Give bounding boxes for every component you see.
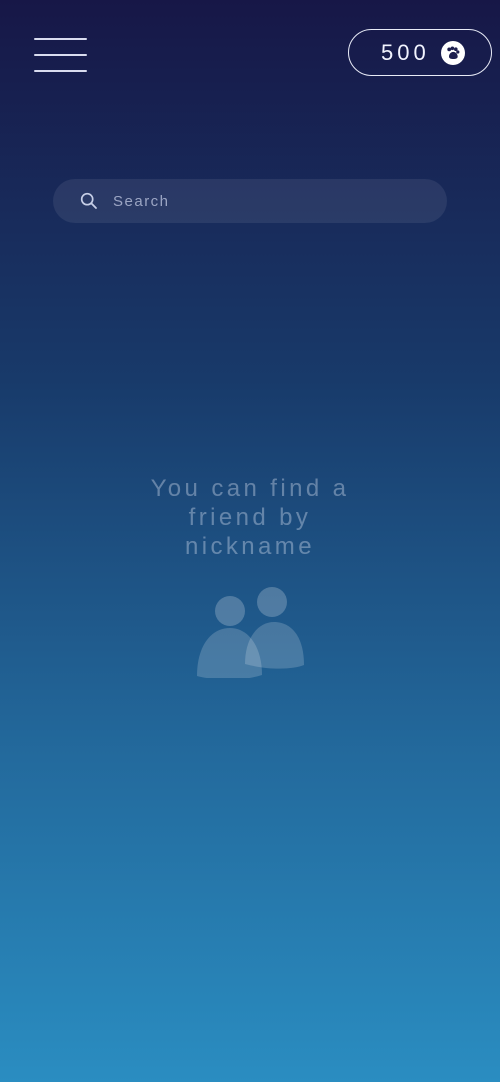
coins-badge[interactable]: 500	[348, 29, 492, 76]
search-icon	[80, 192, 98, 210]
empty-state-line: friend by	[188, 504, 312, 531]
coins-value: 500	[381, 40, 430, 65]
hamburger-menu-icon	[34, 38, 87, 40]
empty-state-line: nickname	[185, 533, 315, 560]
hamburger-menu-icon	[34, 70, 87, 72]
empty-state-message: You can find a friend by nickname	[100, 474, 400, 561]
paw-icon	[441, 41, 465, 65]
search-input[interactable]	[113, 179, 433, 223]
empty-state-line: You can find a	[150, 475, 350, 502]
hamburger-menu-icon	[34, 54, 87, 56]
menu-button[interactable]	[34, 38, 88, 74]
friends-icon	[196, 582, 308, 680]
search-bar[interactable]	[53, 179, 447, 223]
